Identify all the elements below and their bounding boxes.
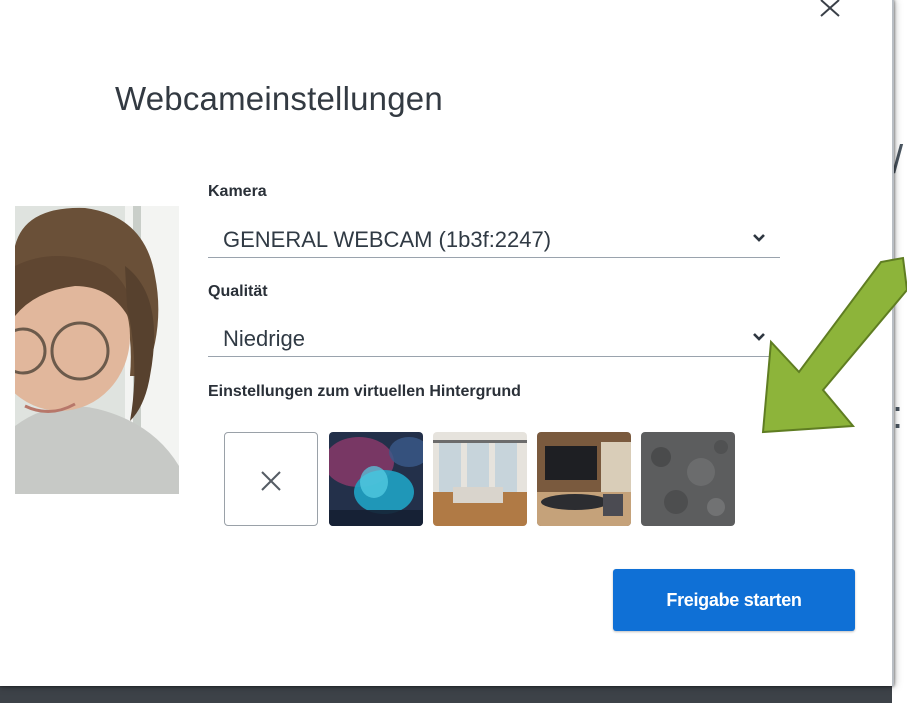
camera-select-value: GENERAL WEBCAM (1b3f:2247) bbox=[223, 227, 552, 252]
camera-select[interactable]: GENERAL WEBCAM (1b3f:2247) bbox=[208, 219, 780, 258]
aurora-background-thumbnail bbox=[329, 432, 423, 526]
background-option-conference[interactable] bbox=[537, 432, 631, 526]
close-icon bbox=[820, 0, 840, 17]
background-option-aurora[interactable] bbox=[329, 432, 423, 526]
close-button[interactable] bbox=[817, 0, 851, 24]
chevron-down-icon bbox=[753, 234, 765, 242]
quality-select-value: Niedrige bbox=[223, 326, 305, 351]
webcam-preview-image bbox=[15, 206, 179, 494]
webcam-preview bbox=[15, 206, 179, 494]
background-none-option[interactable] bbox=[224, 432, 318, 526]
start-sharing-button[interactable]: Freigabe starten bbox=[613, 569, 855, 631]
annotation-arrow-icon bbox=[761, 256, 907, 434]
quality-label: Qualität bbox=[208, 283, 268, 300]
conference-background-thumbnail bbox=[537, 432, 631, 526]
close-icon bbox=[261, 471, 281, 491]
dialog-title: Webcameinstellungen bbox=[115, 80, 443, 117]
office-background-thumbnail bbox=[433, 432, 527, 526]
quality-select[interactable]: Niedrige bbox=[208, 318, 780, 357]
texture-background-thumbnail bbox=[641, 432, 735, 526]
background-option-texture[interactable] bbox=[641, 432, 735, 526]
virtual-background-label: Einstellungen zum virtuellen Hintergrund bbox=[208, 383, 521, 400]
camera-label: Kamera bbox=[208, 183, 267, 200]
background-option-office[interactable] bbox=[433, 432, 527, 526]
